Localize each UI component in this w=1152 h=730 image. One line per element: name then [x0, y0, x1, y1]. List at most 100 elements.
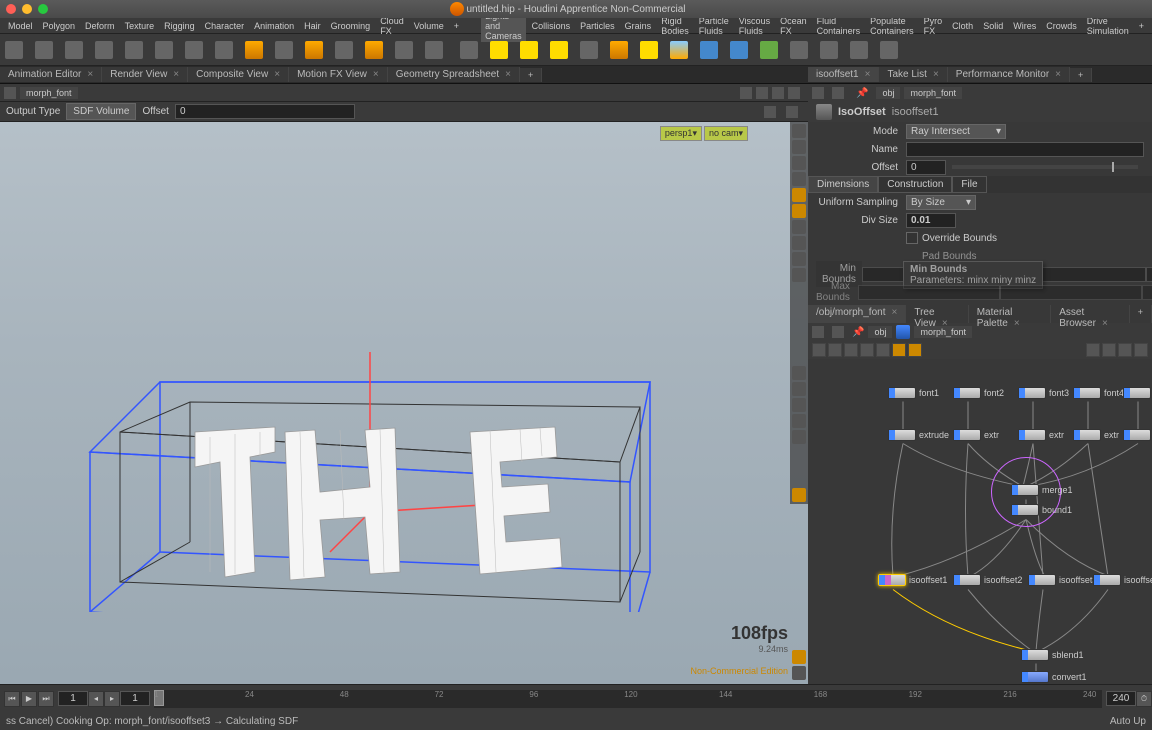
shelf-tab[interactable]: + [450, 20, 463, 32]
tab-treeview[interactable]: Tree View× [906, 305, 968, 323]
time-ruler[interactable]: 1 24 48 72 96 120 144 168 192 216 240 [154, 690, 1102, 708]
shelf-tool-torus[interactable] [90, 36, 118, 64]
subtab-file[interactable]: File [952, 176, 986, 193]
node-isooffset1[interactable]: isooffset1 [878, 574, 947, 586]
close-icon[interactable]: × [933, 69, 939, 80]
shelf-tool-grid[interactable] [60, 36, 88, 64]
tab-assetbrowser[interactable]: Asset Browser× [1051, 305, 1129, 323]
close-icon[interactable]: × [274, 69, 280, 80]
vp-tool[interactable] [792, 430, 806, 444]
next-frame-button[interactable]: ▸ [104, 691, 120, 707]
shelf-tool-caustic[interactable] [695, 36, 723, 64]
vp-tool[interactable] [792, 124, 806, 138]
net-tool[interactable] [1134, 343, 1148, 357]
vp-tool[interactable] [792, 252, 806, 266]
shelf-tab[interactable]: Rigging [160, 20, 199, 32]
shelf-tab[interactable]: Particles [576, 20, 619, 32]
close-icon[interactable]: × [865, 69, 871, 80]
shelf-tab[interactable]: Hair [300, 20, 325, 32]
net-tool[interactable] [1118, 343, 1132, 357]
vp-tool[interactable] [792, 220, 806, 234]
path-node[interactable]: morph_font [20, 87, 78, 99]
zoom-window[interactable] [38, 4, 48, 14]
shelf-tool-switcher[interactable] [875, 36, 903, 64]
node-extrude4[interactable]: extr [1073, 429, 1119, 441]
add-tab[interactable]: + [1070, 68, 1092, 82]
shelf-tool-stereo1[interactable] [815, 36, 843, 64]
node-font4[interactable]: font4 [1073, 387, 1124, 399]
shelf-tool-tube[interactable] [30, 36, 58, 64]
back-icon[interactable] [812, 87, 824, 99]
back-icon[interactable] [812, 326, 824, 338]
shelf-tool-lsystem[interactable] [120, 36, 148, 64]
vp-tool[interactable] [792, 188, 806, 202]
tab-matpalette[interactable]: Material Palette× [969, 305, 1052, 323]
maxbounds-y[interactable] [1000, 285, 1142, 300]
shelf-tab[interactable]: Deform [81, 20, 119, 32]
tab-network[interactable]: /obj/morph_font× [808, 305, 906, 323]
shelf-tab[interactable]: Volume [410, 20, 448, 32]
shelf-tab[interactable]: Crowds [1042, 20, 1081, 32]
vp-tool[interactable] [792, 204, 806, 218]
help-icon[interactable] [786, 106, 798, 118]
minimize-window[interactable] [22, 4, 32, 14]
param-divsize-field[interactable] [906, 213, 956, 228]
close-icon[interactable]: × [942, 318, 948, 329]
vp-display-icon[interactable] [792, 650, 806, 664]
shelf-tab[interactable]: Wires [1009, 20, 1040, 32]
shelf-tool-ambient[interactable] [785, 36, 813, 64]
shelf-tab[interactable]: Model [4, 20, 37, 32]
close-window[interactable] [6, 4, 16, 14]
node-font2[interactable]: font2 [953, 387, 1004, 399]
vp-tool[interactable] [792, 398, 806, 412]
vp-display-icon[interactable] [792, 666, 806, 680]
maxbounds-x[interactable] [858, 285, 1000, 300]
viewport-options-icon[interactable] [788, 87, 800, 99]
node-isooffset4[interactable]: isooffset [1093, 574, 1152, 586]
param-offset-field[interactable] [906, 160, 946, 175]
shelf-tab[interactable]: Cloth [948, 20, 977, 32]
shelf-tool-merge[interactable] [420, 36, 448, 64]
first-frame-button[interactable]: ⏮ [4, 691, 20, 707]
node-sblend[interactable]: sblend1 [1021, 649, 1084, 661]
shelf-tool-pointlight[interactable] [485, 36, 513, 64]
shelf-tab[interactable]: Texture [121, 20, 159, 32]
shelf-tool-drawcurve[interactable] [240, 36, 268, 64]
back-icon[interactable] [4, 87, 16, 99]
shelf-tool-file[interactable] [360, 36, 388, 64]
net-tool[interactable] [1102, 343, 1116, 357]
play-button[interactable]: ▶ [21, 691, 37, 707]
net-tool[interactable] [828, 343, 842, 357]
node-extrude2[interactable]: extr [953, 429, 999, 441]
tab-motionfx[interactable]: Motion FX View× [289, 67, 388, 82]
viewport-render-icon[interactable] [756, 87, 768, 99]
subtab-dimensions[interactable]: Dimensions [808, 176, 878, 193]
tab-render-view[interactable]: Render View× [102, 67, 188, 82]
add-tab[interactable]: + [1130, 305, 1152, 323]
param-mode-dropdown[interactable]: Ray Intersect [906, 124, 1006, 139]
shelf-tool-envlight[interactable] [665, 36, 693, 64]
node-font3[interactable]: font3 [1018, 387, 1069, 399]
shelf-tool-geolight[interactable] [575, 36, 603, 64]
vp-tool[interactable] [792, 366, 806, 380]
viewport-snapshot-icon[interactable] [772, 87, 784, 99]
close-icon[interactable]: × [173, 69, 179, 80]
path-obj[interactable]: obj [868, 326, 892, 338]
shelf-tool-platonic[interactable] [180, 36, 208, 64]
net-tool[interactable] [860, 343, 874, 357]
shelf-tool-arealight[interactable] [545, 36, 573, 64]
tab-geospread[interactable]: Geometry Spreadsheet× [388, 67, 520, 82]
shelf-tool-vollight[interactable] [605, 36, 633, 64]
camera-dropdown[interactable]: no cam▾ [704, 126, 748, 141]
network-editor[interactable]: font1 font2 font3 font4 font5 extrude ex… [808, 359, 1152, 684]
node-extrude1[interactable]: extrude [888, 429, 949, 441]
shelf-tool-null[interactable] [390, 36, 418, 64]
shelf-tool-stereo2[interactable] [845, 36, 873, 64]
gear-icon[interactable] [764, 106, 776, 118]
start-frame-field[interactable] [58, 691, 88, 706]
shelf-tab[interactable]: Grooming [327, 20, 375, 32]
close-icon[interactable]: × [1102, 318, 1108, 329]
vp-tool[interactable] [792, 236, 806, 250]
shelf-tool-camera[interactable] [455, 36, 483, 64]
close-icon[interactable]: × [373, 69, 379, 80]
